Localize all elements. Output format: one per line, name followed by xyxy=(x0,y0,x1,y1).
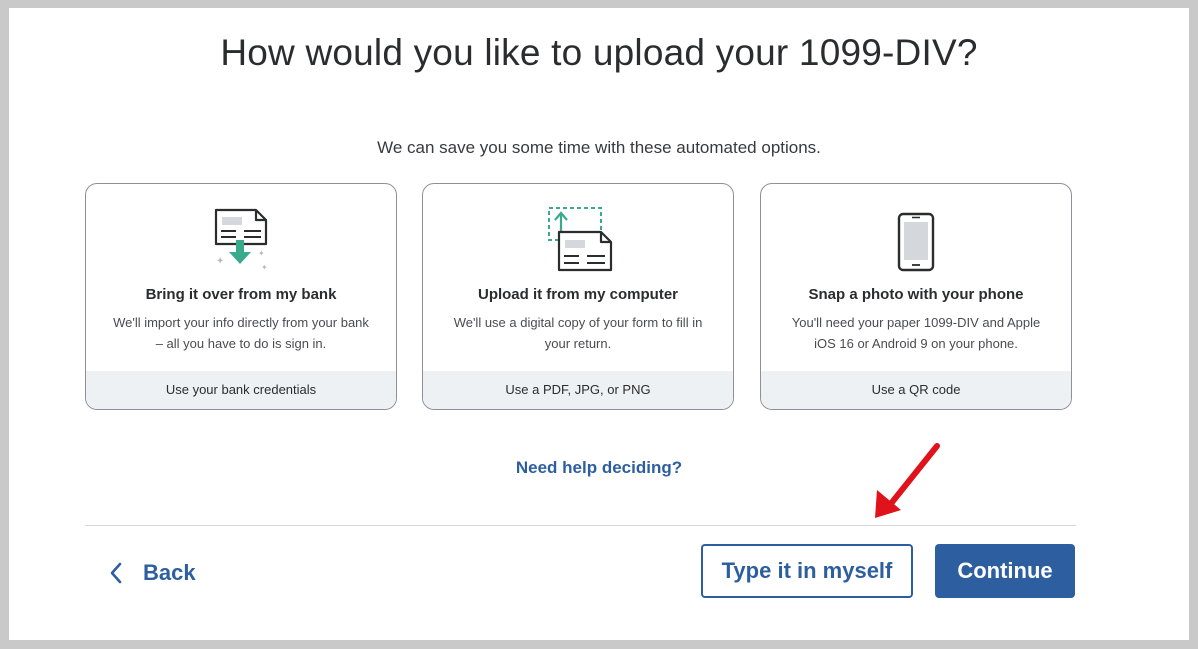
type-it-in-myself-button[interactable]: Type it in myself xyxy=(701,544,913,598)
computer-upload-icon xyxy=(423,204,733,274)
page-frame: How would you like to upload your 1099-D… xyxy=(9,8,1189,640)
phone-icon xyxy=(761,204,1071,274)
annotation-arrow-icon xyxy=(867,440,947,525)
back-button[interactable]: Back xyxy=(109,558,196,588)
page-title: How would you like to upload your 1099-D… xyxy=(220,32,978,73)
option-description: You'll need your paper 1099-DIV and Appl… xyxy=(791,315,1041,351)
continue-button[interactable]: Continue xyxy=(935,544,1075,598)
option-description: We'll import your info directly from you… xyxy=(113,315,369,351)
option-footer: Use a PDF, JPG, or PNG xyxy=(423,371,733,409)
divider xyxy=(85,525,1076,526)
option-description: We'll use a digital copy of your form to… xyxy=(453,315,703,351)
back-label: Back xyxy=(143,560,196,585)
option-footer: Use your bank credentials xyxy=(86,371,396,409)
option-heading: Snap a photo with your phone xyxy=(808,286,1024,303)
help-deciding-link[interactable]: Need help deciding? xyxy=(9,458,1189,478)
svg-text:✦: ✦ xyxy=(216,256,224,267)
page-subtitle: We can save you some time with these aut… xyxy=(377,138,821,157)
chevron-left-icon xyxy=(109,562,123,584)
option-footer: Use a QR code xyxy=(761,371,1071,409)
option-card-bank[interactable]: ✦ ✦ ✦ Bring it over from my bank We'll i… xyxy=(85,183,397,410)
svg-text:✦: ✦ xyxy=(258,249,265,258)
option-heading: Bring it over from my bank xyxy=(145,286,337,303)
option-card-phone[interactable]: Snap a photo with your phone You'll need… xyxy=(760,183,1072,410)
svg-text:✦: ✦ xyxy=(261,263,268,272)
bank-import-icon: ✦ ✦ ✦ xyxy=(86,204,396,274)
option-card-upload[interactable]: Upload it from my computer We'll use a d… xyxy=(422,183,734,410)
option-heading: Upload it from my computer xyxy=(477,286,679,303)
